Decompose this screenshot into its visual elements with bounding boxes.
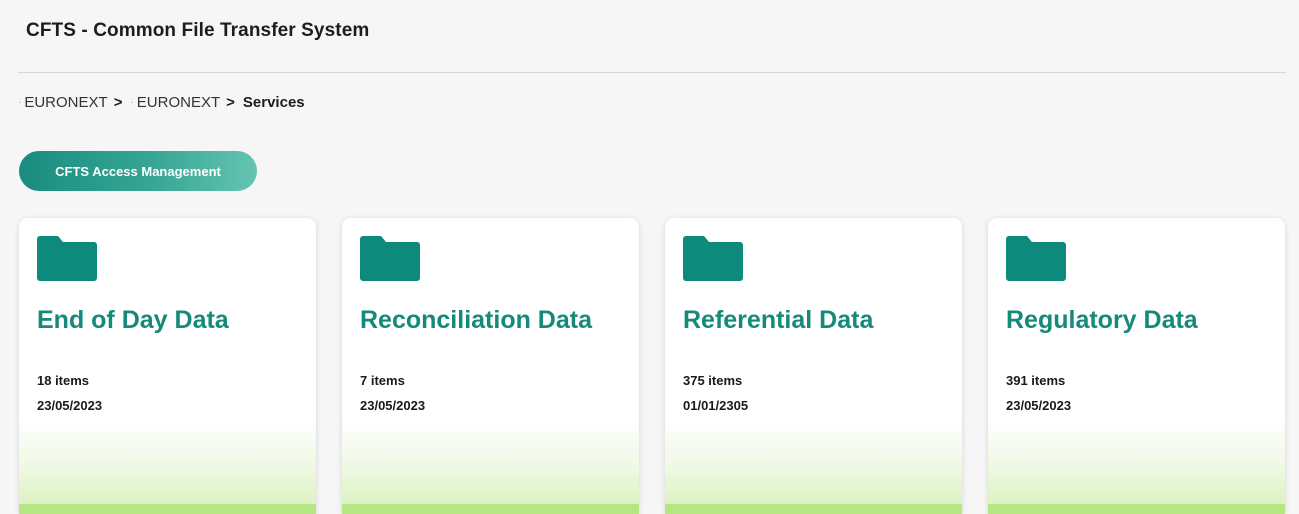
card-title: Referential Data (683, 306, 874, 334)
card-bottom-bar (988, 504, 1285, 514)
folder-icon (683, 236, 743, 281)
card-bottom-bar (342, 504, 639, 514)
card-item-count: 18 items (37, 373, 90, 388)
card-title: End of Day Data (37, 306, 229, 334)
card-end-of-day-data[interactable]: End of Day Data 18 items 23/05/2023 (19, 218, 316, 514)
card-date: 23/05/2023 (37, 398, 103, 413)
card-regulatory-data[interactable]: Regulatory Data 391 items 23/05/2023 (988, 218, 1285, 514)
card-bottom-bar (19, 504, 316, 514)
card-bottom-bar (665, 504, 962, 514)
card-title: Reconciliation Data (360, 306, 592, 334)
card-date: 23/05/2023 (360, 398, 426, 413)
folder-icon (37, 236, 97, 281)
card-date: 01/01/2305 (683, 398, 749, 413)
folder-icon (360, 236, 420, 281)
service-cards: End of Day Data 18 items 23/05/2023 Reco… (0, 0, 1299, 514)
card-item-count: 391 items (1006, 373, 1066, 388)
card-reconciliation-data[interactable]: Reconciliation Data 7 items 23/05/2023 (342, 218, 639, 514)
card-referential-data[interactable]: Referential Data 375 items 01/01/2305 (665, 218, 962, 514)
card-title: Regulatory Data (1006, 306, 1198, 334)
card-date: 23/05/2023 (1006, 398, 1072, 413)
page: CFTS - Common File Transfer System · EUR… (0, 0, 1299, 514)
folder-icon (1006, 236, 1066, 281)
card-item-count: 375 items (683, 373, 743, 388)
card-item-count: 7 items (360, 373, 405, 388)
